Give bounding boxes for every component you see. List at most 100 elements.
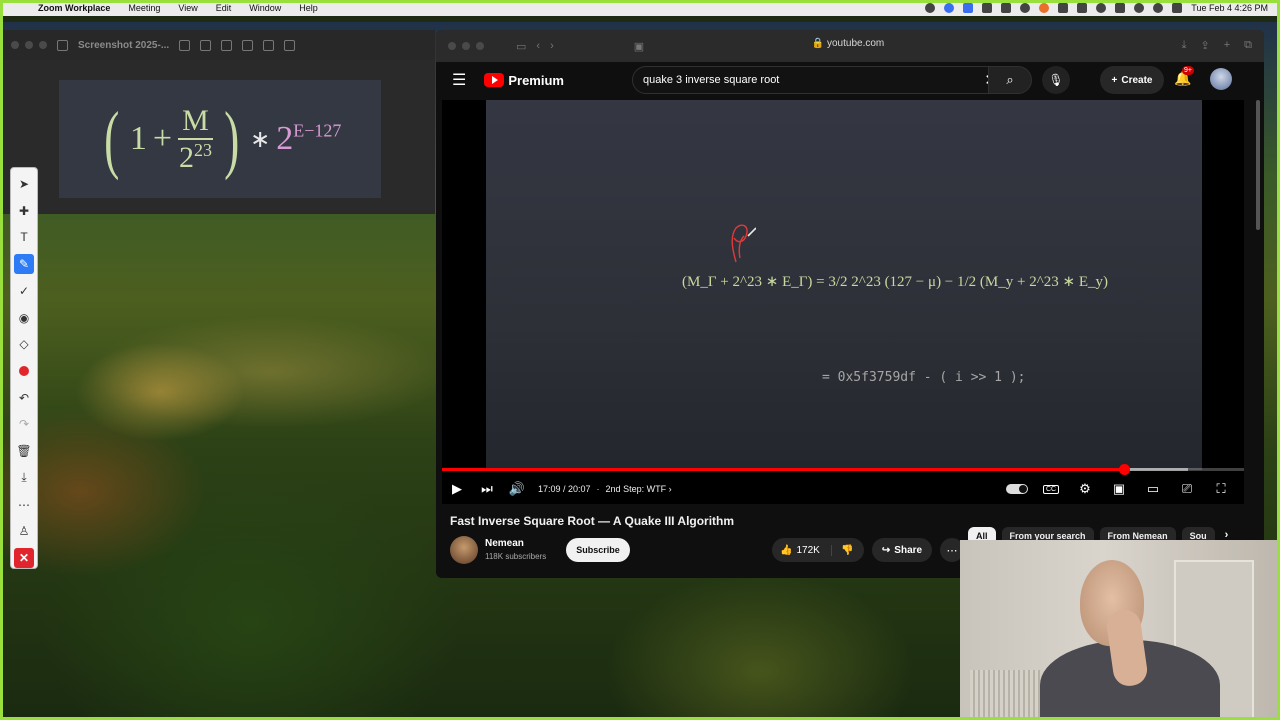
tab-overview-icon[interactable]: ▣ [634, 40, 644, 53]
spotlight-icon[interactable] [1153, 3, 1164, 13]
address-bar[interactable]: 🔒 youtube.com [682, 38, 1014, 54]
wifi-icon[interactable] [1134, 3, 1145, 13]
screen-share-icon[interactable] [963, 3, 974, 13]
microphone-icon[interactable]: 🎙 [1042, 66, 1070, 94]
redo-icon[interactable]: ↷ [14, 415, 34, 435]
zoom-out-icon[interactable] [200, 39, 212, 51]
eraser-icon[interactable]: ◇ [14, 334, 34, 354]
page-scrollbar[interactable] [1256, 100, 1260, 230]
notion-icon[interactable] [982, 3, 993, 13]
video-player[interactable]: (M_Γ + 2^23 ∗ E_Γ) = 3/2 2^23 (127 − μ) … [442, 100, 1244, 504]
info-icon[interactable] [179, 39, 191, 51]
annotation-toolbar: ➤ ✚ T ✎ ✓ ◉ ◇ ↶ ↷ 🗑 ⤓ ⋯ ♙ ✕ [10, 167, 38, 569]
subscribe-button[interactable]: Subscribe [566, 538, 630, 562]
miniplayer-icon[interactable]: ▣ [1104, 476, 1134, 502]
font-icon[interactable] [1058, 3, 1069, 13]
progress-bar[interactable] [442, 464, 1244, 475]
menu-app-name[interactable]: Zoom Workplace [38, 3, 110, 13]
captions-icon[interactable]: CC [1036, 476, 1066, 502]
select-arrow-icon[interactable]: ➤ [14, 174, 34, 194]
video-title: Fast Inverse Square Root — A Quake III A… [450, 514, 735, 528]
search-input[interactable]: quake 3 inverse square root ✕ [632, 66, 1008, 94]
zoom-icon[interactable] [944, 3, 955, 13]
menu-icon[interactable]: ☰ [452, 70, 466, 90]
like-button[interactable]: 👍 172K [772, 544, 832, 556]
browser-close-button[interactable] [448, 42, 456, 50]
autoplay-toggle[interactable] [1002, 476, 1032, 502]
channel-avatar[interactable] [450, 536, 478, 564]
tabs-icon[interactable]: ⧉ [1244, 39, 1252, 52]
search-icon[interactable]: ⌕ [988, 66, 1032, 94]
markup-icon[interactable] [263, 39, 275, 51]
move-icon[interactable]: ✚ [14, 201, 34, 221]
close-annotation-icon[interactable]: ✕ [14, 548, 34, 569]
status-app-icon[interactable] [925, 3, 936, 13]
youtube-logo[interactable]: Premium [484, 73, 564, 88]
downloads-icon[interactable]: ⤓ [1182, 39, 1187, 52]
youtube-brand: Premium [508, 72, 564, 88]
menu-view[interactable]: View [178, 3, 197, 13]
minimize-window-button[interactable] [25, 41, 33, 49]
rotate-icon[interactable] [284, 39, 296, 51]
notifications-icon[interactable]: 🔔 9+ [1174, 66, 1194, 87]
new-tab-icon[interactable]: + [1224, 39, 1230, 52]
dislike-icon[interactable]: 👎 [832, 545, 853, 556]
menu-help[interactable]: Help [299, 3, 318, 13]
forward-icon[interactable]: › [550, 40, 554, 52]
fullscreen-icon[interactable]: ⛶ [1206, 476, 1236, 502]
progress-scrubber[interactable] [1118, 464, 1130, 475]
battery-icon[interactable] [1115, 3, 1126, 13]
formula-plus: + [152, 120, 173, 157]
trash-icon[interactable]: 🗑 [14, 441, 34, 461]
github-icon[interactable] [1020, 3, 1031, 13]
next-icon[interactable]: ⏭ [472, 476, 502, 502]
cast-icon[interactable]: ⎚ [1172, 476, 1202, 502]
more-icon[interactable]: ⋯ [14, 495, 34, 515]
zoom-in-icon[interactable] [221, 39, 233, 51]
menu-clock[interactable]: Tue Feb 4 4:26 PM [1191, 3, 1268, 13]
settings-gear-icon[interactable]: ⚙ [1070, 476, 1100, 502]
user-icon[interactable]: ♙ [14, 522, 34, 542]
create-label: Create [1121, 74, 1153, 86]
back-icon[interactable]: ‹ [536, 40, 540, 52]
text-tool-icon[interactable]: T [14, 227, 34, 247]
mantissa-fraction: M 223 [178, 104, 213, 175]
menu-edit[interactable]: Edit [216, 3, 232, 13]
menu-meeting[interactable]: Meeting [128, 3, 160, 13]
theater-mode-icon[interactable]: ▭ [1138, 476, 1168, 502]
channel-name[interactable]: Nemean [485, 538, 524, 549]
create-button[interactable]: + Create [1100, 66, 1164, 94]
play-icon[interactable]: ▶ [442, 476, 472, 502]
player-controls: ▶ ⏭ 🔊 17:09 / 20:07 · 2nd Step: WTF › CC… [442, 476, 1244, 502]
browser-minimize-button[interactable] [462, 42, 470, 50]
share-icon[interactable] [242, 39, 254, 51]
browser-zoom-button[interactable] [476, 42, 484, 50]
progress-buffered [1123, 468, 1188, 471]
checkmark-icon[interactable]: ✓ [14, 281, 34, 301]
status-orange-icon[interactable] [1039, 3, 1050, 13]
pen-tool-icon[interactable]: ✎ [14, 254, 34, 274]
float-formula: ( 1 + M 223 ) ∗ 2E−127 [59, 80, 381, 198]
volume-icon[interactable]: 🔊 [502, 476, 532, 502]
account-avatar[interactable] [1210, 68, 1232, 90]
zoom-window-button[interactable] [39, 41, 47, 49]
menu-window[interactable]: Window [249, 3, 281, 13]
formula-one: 1 [129, 120, 147, 157]
close-window-button[interactable] [11, 41, 19, 49]
status-window-icon[interactable] [1077, 3, 1088, 13]
chapter-title[interactable]: 2nd Step: WTF › [606, 484, 672, 494]
share-button[interactable]: ↪ Share [872, 538, 932, 562]
browser-sidebar-icon[interactable]: ▭ [516, 40, 526, 53]
status-tool-icon[interactable] [1001, 3, 1012, 13]
denominator-exponent: 23 [193, 139, 212, 160]
slide-code-line: = 0x5f3759df - ( i >> 1 ); [822, 370, 1026, 385]
spotlight-tool-icon[interactable]: ◉ [14, 308, 34, 328]
browser-share-icon[interactable]: ⇪ [1200, 39, 1209, 52]
save-icon[interactable]: ⤓ [14, 468, 34, 488]
sidebar-toggle-icon[interactable] [57, 39, 68, 51]
play-status-icon[interactable] [1096, 3, 1107, 13]
control-center-icon[interactable] [1172, 3, 1183, 13]
fraction-numerator: M [178, 104, 213, 140]
color-picker-icon[interactable] [14, 361, 34, 381]
undo-icon[interactable]: ↶ [14, 388, 34, 408]
